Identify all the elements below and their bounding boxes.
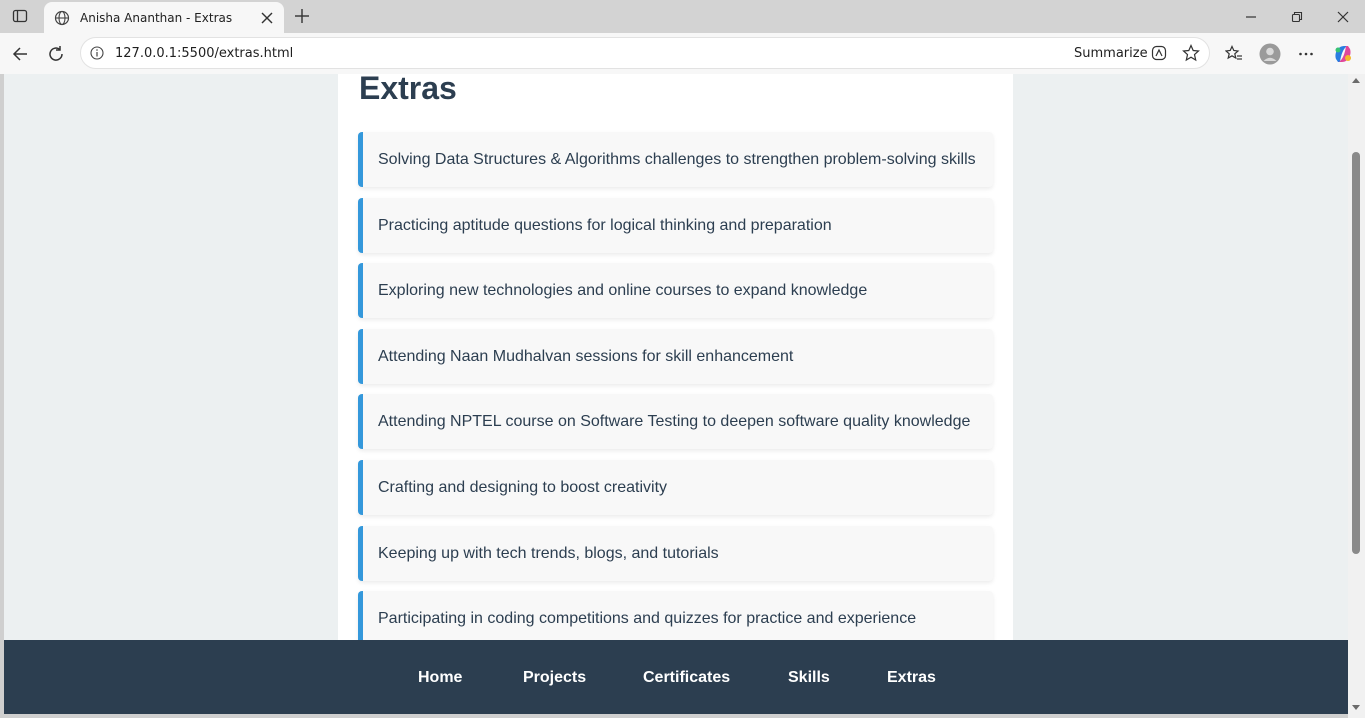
nav-link-home[interactable]: Home [418,669,462,687]
copilot-icon [1335,46,1351,62]
list-item: Attending NPTEL course on Software Testi… [358,394,993,449]
nav-link-projects[interactable]: Projects [523,669,586,687]
list-item-text: Solving Data Structures & Algorithms cha… [378,150,976,168]
list-item-text: Attending NPTEL course on Software Testi… [378,412,971,430]
new-tab-button[interactable] [290,5,314,27]
reload-icon [49,46,63,61]
browser-toolbar: 127.0.0.1:5500/extras.html Summarize [0,33,1365,74]
tab-title: Anisha Ananthan - Extras [80,10,233,25]
page-title: Extras [359,74,457,106]
address-bar[interactable]: 127.0.0.1:5500/extras.html Summarize [80,37,1210,69]
restore-button[interactable] [1274,0,1320,33]
favorites-button[interactable] [1222,42,1246,66]
list-item-text: Attending Naan Mudhalvan sessions for sk… [378,347,794,365]
list-item: Keeping up with tech trends, blogs, and … [358,526,993,581]
list-item: Participating in coding competitions and… [358,591,993,646]
profile-button[interactable] [1258,42,1282,66]
back-arrow-icon [12,47,27,61]
close-tab-icon[interactable] [260,11,274,25]
copilot-button[interactable] [1331,42,1355,66]
window-left-edge [0,74,4,718]
minimize-button[interactable] [1228,0,1274,33]
close-window-button[interactable] [1320,0,1365,33]
favorite-star-icon[interactable] [1182,44,1200,62]
footer-navigation: Home Projects Certificates Skills Extras [4,640,1348,716]
restore-icon [1291,11,1303,22]
list-item: Practicing aptitude questions for logica… [358,198,993,253]
scrollbar-thumb[interactable] [1352,152,1360,554]
minimize-icon [1246,15,1256,18]
tab-bar: Anisha Ananthan - Extras [0,0,1365,33]
reload-button[interactable] [44,42,68,66]
window-bottom-edge [0,714,1348,718]
favorites-icon [1225,45,1242,60]
page-viewport: Extras Solving Data Structures & Algorit… [4,74,1348,714]
list-item-text: Exploring new technologies and online co… [378,281,868,299]
nav-link-extras[interactable]: Extras [887,669,936,687]
close-icon [1337,11,1349,22]
nav-link-certificates[interactable]: Certificates [643,669,730,687]
copilot-summarize-icon[interactable] [1151,45,1167,61]
list-item-text: Keeping up with tech trends, blogs, and … [378,544,719,562]
list-item: Attending Naan Mudhalvan sessions for sk… [358,329,993,384]
list-item-text: Practicing aptitude questions for logica… [378,216,832,234]
scroll-down-arrow-icon[interactable] [1352,705,1360,710]
plus-icon [295,9,309,23]
summarize-label[interactable]: Summarize [1074,46,1148,61]
scroll-up-arrow-icon[interactable] [1352,78,1360,83]
browser-tab-active[interactable]: Anisha Ananthan - Extras [44,2,284,33]
more-dots-icon [1299,52,1313,56]
content-card: Extras Solving Data Structures & Algorit… [338,74,1013,674]
site-info-icon[interactable] [90,46,104,60]
back-button[interactable] [8,42,32,66]
vertical-scrollbar[interactable] [1348,74,1365,718]
globe-icon [54,10,70,25]
nav-link-skills[interactable]: Skills [788,669,830,687]
tab-actions-icon [12,9,28,23]
list-item: Exploring new technologies and online co… [358,263,993,318]
avatar-icon [1259,43,1281,65]
settings-more-button[interactable] [1294,42,1318,66]
list-item-text: Crafting and designing to boost creativi… [378,478,668,496]
list-item: Solving Data Structures & Algorithms cha… [358,132,993,187]
list-item-text: Participating in coding competitions and… [378,609,917,627]
url-text[interactable]: 127.0.0.1:5500/extras.html [115,46,293,61]
list-item: Crafting and designing to boost creativi… [358,460,993,515]
tab-actions-button[interactable] [8,5,32,27]
